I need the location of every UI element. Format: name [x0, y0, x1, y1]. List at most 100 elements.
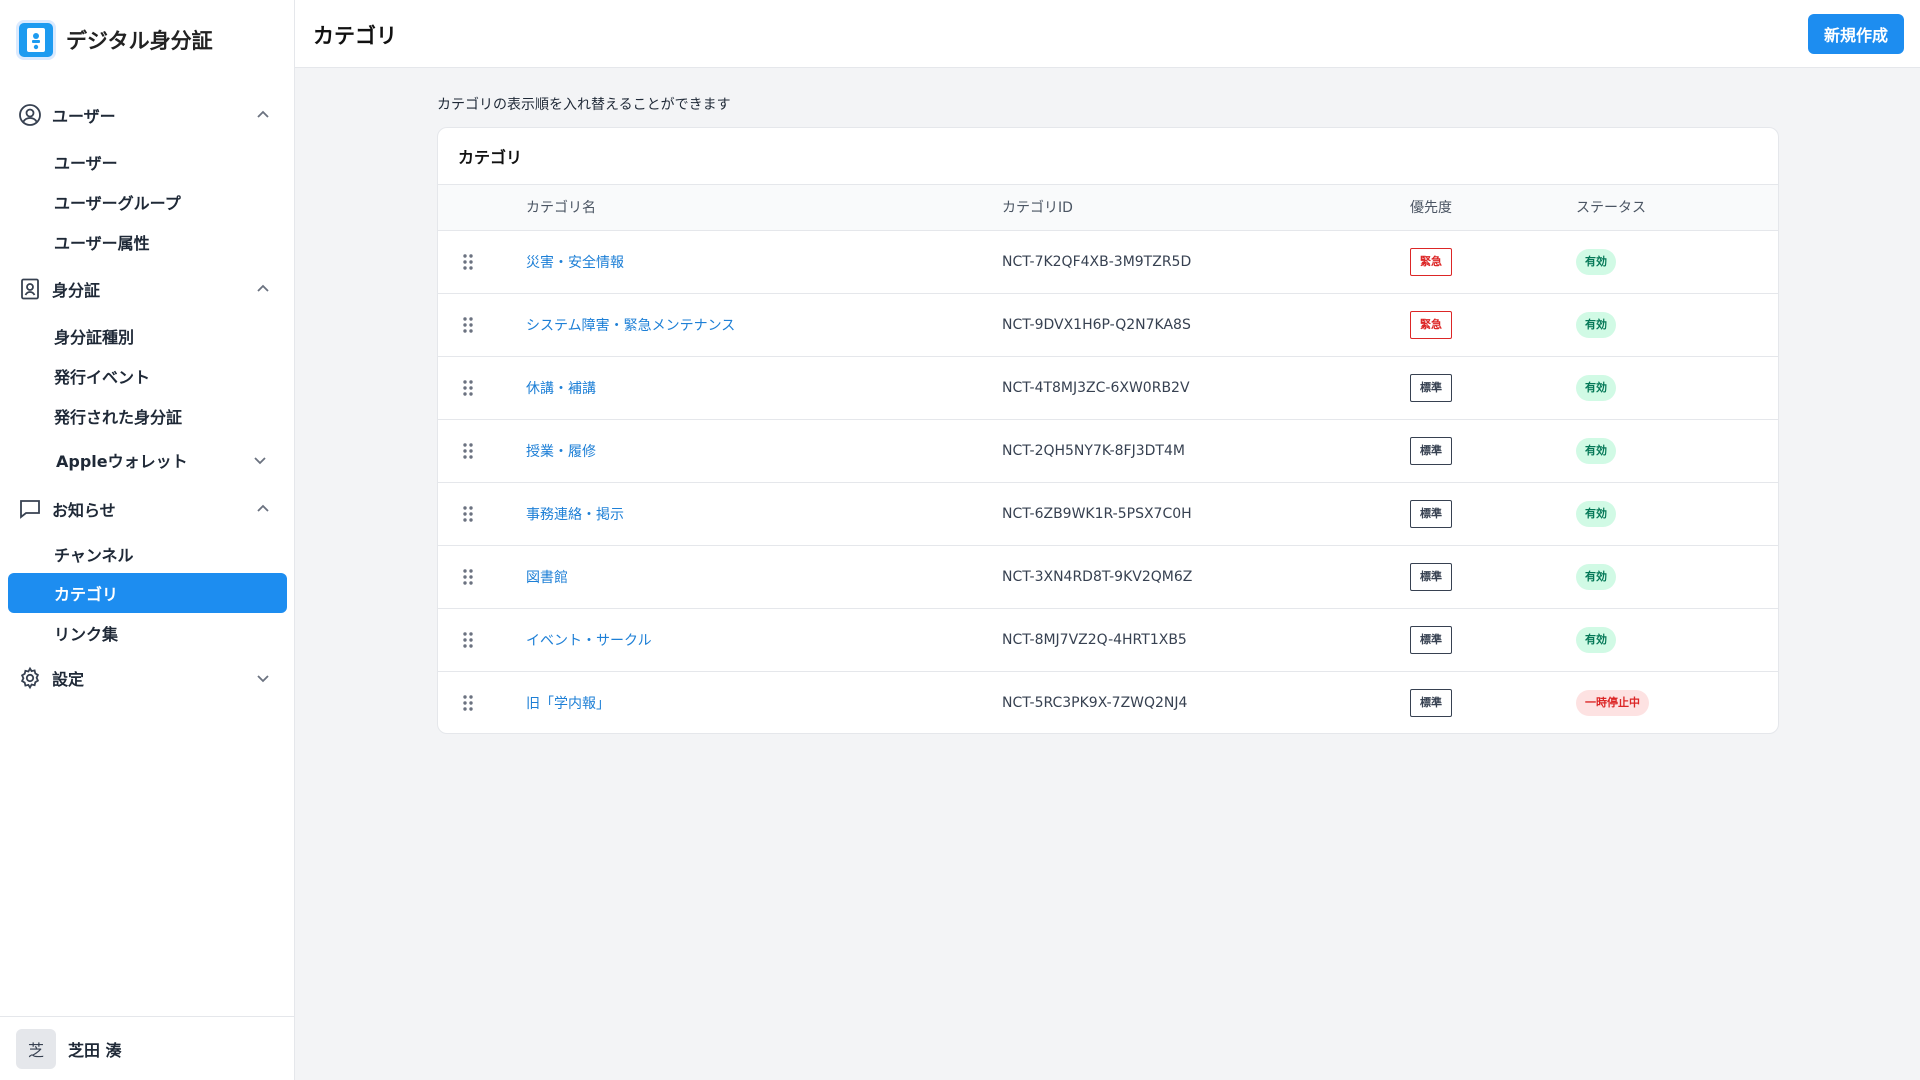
category-link[interactable]: 授業・履修 — [526, 444, 596, 460]
drag-handle[interactable] — [438, 545, 526, 608]
category-name-cell: 図書館 — [526, 545, 1002, 608]
gear-icon — [16, 664, 44, 692]
table-row[interactable]: 休講・補講 NCT-4T8MJ3ZC-6XW0RB2V 標準 有効 — [438, 356, 1778, 419]
chevron-down-icon — [257, 675, 269, 683]
user-footer[interactable]: 芝 芝田 湊 — [0, 1016, 295, 1080]
priority-badge: 標準 — [1410, 625, 1452, 654]
drag-handle-icon — [462, 631, 526, 649]
chevron-down-icon — [254, 457, 266, 465]
id-badge-icon — [16, 275, 44, 303]
sidebar-item-users[interactable]: ユーザー — [8, 142, 287, 182]
nav-group-users[interactable]: ユーザー — [16, 98, 276, 132]
id-card-logo-icon — [16, 20, 56, 60]
table-row[interactable]: 事務連絡・掲示 NCT-6ZB9WK1R-5PSX7C0H 標準 有効 — [438, 482, 1778, 545]
status-cell: 有効 — [1576, 356, 1778, 419]
app-title: デジタル身分証 — [66, 29, 213, 53]
sidebar-item-label: 発行された身分証 — [54, 408, 183, 427]
chevron-up-icon — [257, 504, 269, 512]
priority-cell: 標準 — [1410, 482, 1576, 545]
chevron-up-icon — [257, 284, 269, 292]
sidebar-item-label: Appleウォレット — [56, 452, 188, 471]
nav-group-notices[interactable]: お知らせ — [16, 492, 276, 526]
table-row[interactable]: 授業・履修 NCT-2QH5NY7K-8FJ3DT4M 標準 有効 — [438, 419, 1778, 482]
priority-cell: 標準 — [1410, 608, 1576, 671]
drag-handle[interactable] — [438, 356, 526, 419]
drag-handle-icon — [462, 568, 526, 586]
category-id: NCT-5RC3PK9X-7ZWQ2NJ4 — [1002, 694, 1188, 711]
table-row[interactable]: イベント・サークル NCT-8MJ7VZ2Q-4HRT1XB5 標準 有効 — [438, 608, 1778, 671]
category-name-cell: 休講・補講 — [526, 356, 1002, 419]
category-link[interactable]: 旧「学内報」 — [526, 696, 610, 712]
sidebar-item-label: リンク集 — [54, 625, 119, 644]
nav-group-id[interactable]: 身分証 — [16, 272, 276, 306]
header-handle — [438, 185, 526, 230]
sidebar-item-id-types[interactable]: 身分証種別 — [8, 316, 287, 356]
category-link[interactable]: 事務連絡・掲示 — [526, 507, 624, 523]
sidebar-item-label: カテゴリ — [54, 585, 119, 604]
category-link[interactable]: イベント・サークル — [526, 633, 652, 649]
sidebar-item-user-attributes[interactable]: ユーザー属性 — [8, 222, 287, 262]
table-row[interactable]: 旧「学内報」 NCT-5RC3PK9X-7ZWQ2NJ4 標準 一時停止中 — [438, 671, 1778, 733]
category-id: NCT-9DVX1H6P-Q2N7KA8S — [1002, 316, 1191, 333]
nav-group-users-label: ユーザー — [52, 107, 116, 126]
drag-handle[interactable] — [438, 671, 526, 733]
category-id: NCT-2QH5NY7K-8FJ3DT4M — [1002, 442, 1185, 459]
status-cell: 有効 — [1576, 293, 1778, 356]
header-name: カテゴリ名 — [526, 200, 596, 217]
category-id: NCT-8MJ7VZ2Q-4HRT1XB5 — [1002, 631, 1187, 648]
table-row[interactable]: システム障害・緊急メンテナンス NCT-9DVX1H6P-Q2N7KA8S 緊急 有効 — [438, 293, 1778, 356]
category-name-cell: 災害・安全情報 — [526, 230, 1002, 293]
priority-cell: 標準 — [1410, 356, 1576, 419]
category-link[interactable]: 図書館 — [526, 570, 568, 586]
user-circle-icon — [16, 101, 44, 129]
category-link[interactable]: システム障害・緊急メンテナンス — [526, 318, 735, 334]
brand[interactable]: デジタル身分証 — [16, 20, 213, 60]
sidebar-item-label: 発行イベント — [54, 368, 151, 387]
drag-handle[interactable] — [438, 608, 526, 671]
category-name-cell: 旧「学内報」 — [526, 671, 1002, 733]
sidebar-item-label: ユーザー属性 — [54, 234, 150, 253]
sidebar-item-channels[interactable]: チャンネル — [8, 534, 287, 574]
drag-handle[interactable] — [438, 293, 526, 356]
sidebar-item-user-groups[interactable]: ユーザーグループ — [8, 182, 287, 222]
sidebar-item-label: チャンネル — [54, 546, 134, 565]
sidebar-item-apple-wallet[interactable]: Appleウォレット — [8, 440, 287, 480]
priority-cell: 標準 — [1410, 419, 1576, 482]
sidebar-item-issue-events[interactable]: 発行イベント — [8, 356, 287, 396]
priority-badge: 標準 — [1410, 499, 1452, 528]
sidebar-item-links[interactable]: リンク集 — [8, 613, 287, 653]
priority-cell: 緊急 — [1410, 230, 1576, 293]
status-badge: 一時停止中 — [1576, 689, 1649, 716]
status-badge: 有効 — [1576, 626, 1616, 653]
status-cell: 有効 — [1576, 230, 1778, 293]
table-row[interactable]: 図書館 NCT-3XN4RD8T-9KV2QM6Z 標準 有効 — [438, 545, 1778, 608]
category-link[interactable]: 休講・補講 — [526, 381, 596, 397]
category-card: カテゴリ カテゴリ名 カテゴリID 優先度 ステータス 災害・安全情報 NCT-7… — [437, 127, 1779, 734]
priority-badge: 標準 — [1410, 373, 1452, 402]
category-id-cell: NCT-2QH5NY7K-8FJ3DT4M — [1002, 419, 1410, 482]
sidebar: デジタル身分証 ユーザー ユーザー ユーザーグループ ユーザー属性 身分証 身分… — [0, 0, 295, 1080]
sidebar-item-categories[interactable]: カテゴリ — [8, 573, 287, 613]
status-badge: 有効 — [1576, 563, 1616, 590]
category-name-cell: イベント・サークル — [526, 608, 1002, 671]
table-row[interactable]: 災害・安全情報 NCT-7K2QF4XB-3M9TZR5D 緊急 有効 — [438, 230, 1778, 293]
category-id-cell: NCT-4T8MJ3ZC-6XW0RB2V — [1002, 356, 1410, 419]
new-button[interactable]: 新規作成 — [1808, 14, 1904, 54]
category-link[interactable]: 災害・安全情報 — [526, 255, 624, 271]
priority-badge: 標準 — [1410, 688, 1452, 717]
drag-handle[interactable] — [438, 482, 526, 545]
avatar: 芝 — [16, 1028, 56, 1069]
nav-group-id-label: 身分証 — [52, 281, 101, 300]
priority-badge: 標準 — [1410, 562, 1452, 591]
category-id-cell: NCT-8MJ7VZ2Q-4HRT1XB5 — [1002, 608, 1410, 671]
nav-group-settings[interactable]: 設定 — [16, 661, 276, 695]
sidebar-item-label: ユーザー — [54, 154, 118, 173]
category-id-cell: NCT-7K2QF4XB-3M9TZR5D — [1002, 230, 1410, 293]
drag-handle[interactable] — [438, 419, 526, 482]
sidebar-item-issued-ids[interactable]: 発行された身分証 — [8, 396, 287, 436]
drag-handle[interactable] — [438, 230, 526, 293]
status-cell: 一時停止中 — [1576, 671, 1778, 733]
user-name: 芝田 湊 — [68, 1040, 122, 1060]
category-table: カテゴリ名 カテゴリID 優先度 ステータス 災害・安全情報 NCT-7K2QF4… — [438, 185, 1778, 733]
status-cell: 有効 — [1576, 545, 1778, 608]
